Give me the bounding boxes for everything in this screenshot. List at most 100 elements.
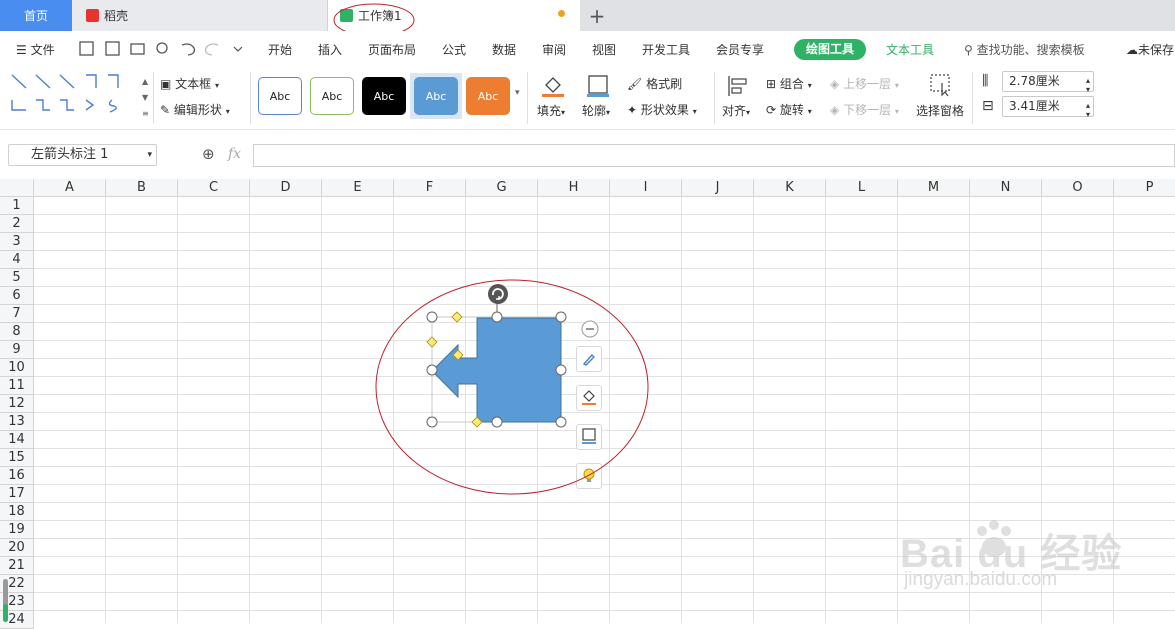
chevron-down-icon[interactable]: [233, 46, 243, 52]
redo-icon[interactable]: [204, 43, 219, 56]
column-header[interactable]: K: [754, 179, 826, 197]
freeform-icon[interactable]: [85, 99, 95, 111]
save-icon[interactable]: [79, 41, 94, 56]
column-header[interactable]: P: [1114, 179, 1175, 197]
style-orange-fill[interactable]: Abc: [466, 77, 510, 115]
menu-item-member[interactable]: 会员专享: [716, 41, 764, 58]
row-header[interactable]: 13: [0, 413, 34, 431]
textbox-button[interactable]: ▣ 文本框 ▾: [160, 75, 219, 92]
rotate-button[interactable]: ⟳ 旋转 ▾: [766, 101, 812, 118]
row-header[interactable]: 11: [0, 377, 34, 395]
menu-item-view[interactable]: 视图: [592, 41, 616, 58]
zoom-icon[interactable]: ⊕: [202, 145, 215, 163]
column-header[interactable]: F: [394, 179, 466, 197]
format-painter-button[interactable]: 🖌 格式刷: [627, 75, 682, 92]
fill-bucket-icon[interactable]: [541, 74, 565, 98]
column-header[interactable]: A: [34, 179, 106, 197]
export-icon[interactable]: [105, 41, 120, 56]
row-header[interactable]: 14: [0, 431, 34, 449]
row-header[interactable]: 16: [0, 467, 34, 485]
style-blue-outline[interactable]: Abc: [258, 77, 302, 115]
chevron-down-icon[interactable]: ▾: [147, 145, 152, 165]
row-header[interactable]: 12: [0, 395, 34, 413]
selection-pane-icon[interactable]: [929, 73, 953, 97]
row-header[interactable]: 17: [0, 485, 34, 503]
menu-item-data[interactable]: 数据: [492, 41, 516, 58]
gallery-down-icon[interactable]: ▼: [142, 93, 149, 102]
name-box[interactable]: 左箭头标注 1 ▾: [8, 144, 157, 166]
formula-input[interactable]: [253, 144, 1175, 167]
shape-effects-button[interactable]: ✦ 形状效果 ▾: [627, 101, 697, 118]
style-more-icon[interactable]: ▾: [515, 88, 520, 98]
row-header[interactable]: 19: [0, 521, 34, 539]
gallery-more-icon[interactable]: ≡: [142, 109, 149, 118]
scribble-icon[interactable]: [108, 99, 117, 113]
row-header[interactable]: 5: [0, 269, 34, 287]
outline-button[interactable]: 轮廓▾: [582, 102, 610, 119]
style-black-fill[interactable]: Abc: [362, 77, 406, 115]
elbow-arrow-connector-icon[interactable]: [108, 74, 119, 88]
column-header[interactable]: H: [538, 179, 610, 197]
menu-item-home[interactable]: 开始: [268, 41, 292, 58]
column-header[interactable]: E: [322, 179, 394, 197]
style-green-outline[interactable]: Abc: [310, 77, 354, 115]
row-header[interactable]: 6: [0, 287, 34, 305]
outline-icon[interactable]: [586, 74, 610, 98]
row-header[interactable]: 10: [0, 359, 34, 377]
row-header[interactable]: 3: [0, 233, 34, 251]
column-header[interactable]: M: [898, 179, 970, 197]
row-header[interactable]: 8: [0, 323, 34, 341]
group-button[interactable]: ⊞ 组合 ▾: [766, 75, 812, 92]
height-spinner[interactable]: 2.78厘米 ▴ ▾: [1002, 71, 1094, 94]
select-all-corner[interactable]: [0, 179, 34, 197]
column-header[interactable]: C: [178, 179, 250, 197]
spreadsheet-grid[interactable]: ABCDEFGHIJKLMNOP 1 2 3 4 5 6 7 8 9 10 11 12 13 14 15 16…: [0, 179, 1175, 629]
tab-docer[interactable]: 稻壳: [72, 0, 328, 31]
menu-item-developer[interactable]: 开发工具: [642, 41, 690, 58]
double-arrow-shape-icon[interactable]: [59, 74, 75, 89]
column-header[interactable]: G: [466, 179, 538, 197]
width-spinner[interactable]: 3.41厘米 ▴ ▾: [1002, 96, 1094, 119]
column-header[interactable]: J: [682, 179, 754, 197]
row-header[interactable]: 1: [0, 197, 34, 215]
search-box[interactable]: ⚲ 查找功能、搜索模板: [964, 41, 1085, 58]
tab-text-tools[interactable]: 文本工具: [886, 41, 934, 58]
line-shape-icon[interactable]: [11, 74, 27, 89]
row-header[interactable]: 21: [0, 557, 34, 575]
print-icon[interactable]: [130, 43, 145, 55]
align-icon[interactable]: [726, 74, 750, 98]
gallery-up-icon[interactable]: ▲: [142, 77, 149, 86]
row-header[interactable]: 2: [0, 215, 34, 233]
edit-shape-button[interactable]: ✎ 编辑形状 ▾: [160, 101, 230, 118]
column-header[interactable]: O: [1042, 179, 1114, 197]
menu-item-formulas[interactable]: 公式: [442, 41, 466, 58]
align-button[interactable]: 对齐▾: [722, 102, 750, 119]
line-shapes-gallery[interactable]: ▲ ▼ ≡: [8, 72, 150, 124]
undo-icon[interactable]: [181, 43, 196, 56]
fill-button[interactable]: 填充▾: [537, 102, 565, 119]
tab-drawing-tools[interactable]: 绘图工具: [794, 39, 866, 60]
elbow-double-connector-icon[interactable]: [11, 100, 26, 111]
bring-forward-button[interactable]: ◈ 上移一层 ▾: [830, 75, 899, 92]
new-tab-button[interactable]: +: [586, 0, 608, 31]
arrow-shape-icon[interactable]: [35, 74, 51, 89]
row-header[interactable]: 18: [0, 503, 34, 521]
style-blue-fill[interactable]: Abc: [414, 77, 458, 115]
row-header[interactable]: 4: [0, 251, 34, 269]
column-header[interactable]: D: [250, 179, 322, 197]
menu-item-insert[interactable]: 插入: [318, 41, 342, 58]
row-header[interactable]: 20: [0, 539, 34, 557]
menu-item-review[interactable]: 审阅: [542, 41, 566, 58]
send-backward-button[interactable]: ◈ 下移一层 ▾: [830, 101, 899, 118]
save-status[interactable]: ☁未保存: [1126, 41, 1174, 58]
curved-connector-icon[interactable]: [36, 99, 50, 111]
file-menu[interactable]: ☰ 文件: [16, 41, 55, 58]
column-header[interactable]: B: [106, 179, 178, 197]
column-header[interactable]: N: [970, 179, 1042, 197]
row-header[interactable]: 7: [0, 305, 34, 323]
row-header[interactable]: 9: [0, 341, 34, 359]
tab-home[interactable]: 首页: [0, 0, 72, 31]
elbow-connector-icon[interactable]: [86, 74, 97, 88]
selection-pane-button[interactable]: 选择窗格: [916, 102, 964, 119]
menu-item-page-layout[interactable]: 页面布局: [368, 41, 416, 58]
